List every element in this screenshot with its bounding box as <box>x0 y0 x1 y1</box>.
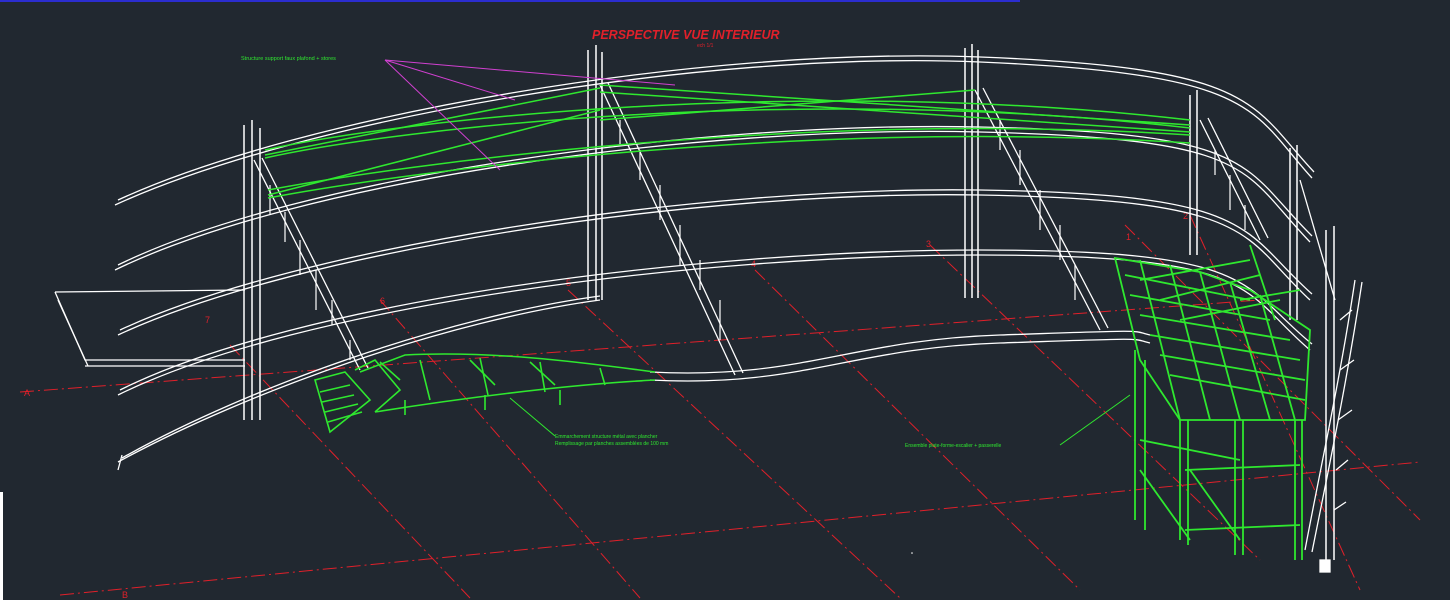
cursor-dot <box>911 552 913 554</box>
note-ceiling-support: Structure support faux plafond + stores <box>241 56 336 62</box>
grid-axis-labels: 7 6 5 4 3 2 1 A B <box>24 211 1188 600</box>
axis-label: 3 <box>926 239 931 249</box>
drawing-title: PERSPECTIVE VUE INTERIEUR <box>592 28 780 42</box>
left-edge-marker <box>0 492 3 600</box>
ceiling-support-structure <box>264 84 1191 199</box>
hanger-rods <box>269 120 1246 360</box>
note-platform-walkway: Ensemble plate-forme-escalier + passerel… <box>905 443 1002 449</box>
axis-label: 6 <box>380 296 385 306</box>
axis-label: 7 <box>205 315 210 325</box>
drawing-title-scale: ech 1/1 <box>697 43 714 49</box>
axis-label: A <box>24 388 30 398</box>
floor-slab <box>54 289 1151 382</box>
steps-structure <box>314 353 656 434</box>
axis-label: B <box>122 590 128 600</box>
platform-stair-walkway <box>1113 244 1311 560</box>
note-steps-line2: Remplissage par planches assemblées de 1… <box>555 441 668 447</box>
grid-axes <box>19 214 1421 599</box>
axis-label: 1 <box>1126 232 1131 242</box>
cad-drawing-canvas: 7 6 5 4 3 2 1 A B PERSPECTIVE VUE INTERI… <box>19 28 1421 600</box>
note-steps-line1: Emmarchement structure métal avec planch… <box>555 434 658 440</box>
